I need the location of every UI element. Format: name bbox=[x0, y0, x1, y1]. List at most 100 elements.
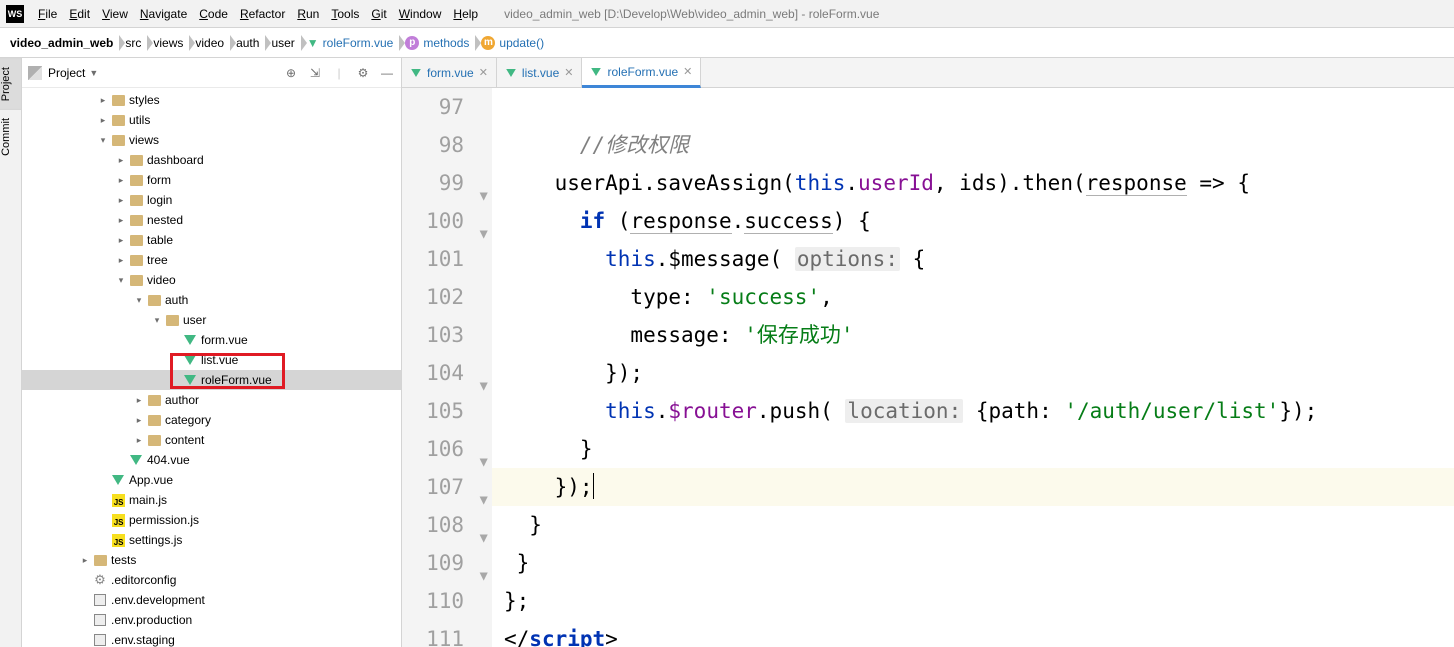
tree-item-user[interactable]: ▾user bbox=[22, 310, 401, 330]
chevron-right-icon[interactable]: ▸ bbox=[132, 395, 146, 406]
chevron-right-icon[interactable]: ▸ bbox=[96, 95, 110, 106]
editor-tab-form-vue[interactable]: form.vue✕ bbox=[402, 58, 497, 87]
tool-tab-project[interactable]: Project bbox=[0, 58, 21, 109]
code-line[interactable]: if (response.success) { bbox=[504, 202, 1454, 240]
chevron-right-icon[interactable]: ▸ bbox=[114, 215, 128, 226]
fold-marker-icon[interactable]: ▾ bbox=[477, 518, 490, 531]
tree-item-utils[interactable]: ▸utils bbox=[22, 110, 401, 130]
tree-item-dashboard[interactable]: ▸dashboard bbox=[22, 150, 401, 170]
menu-window[interactable]: Window bbox=[393, 0, 448, 28]
tree-item-content[interactable]: ▸content bbox=[22, 430, 401, 450]
menu-refactor[interactable]: Refactor bbox=[234, 0, 291, 28]
breadcrumb-update--[interactable]: mupdate() bbox=[477, 32, 552, 54]
tree-item-app-vue[interactable]: ▸App.vue bbox=[22, 470, 401, 490]
editor-tab-list-vue[interactable]: list.vue✕ bbox=[497, 58, 583, 87]
line-number[interactable]: 97 bbox=[402, 88, 464, 126]
code-line[interactable]: userApi.saveAssign(this.userId, ids).the… bbox=[504, 164, 1454, 202]
project-view-selector[interactable]: Project ▼ bbox=[28, 66, 98, 80]
line-number[interactable]: 103 bbox=[402, 316, 464, 354]
breadcrumb-methods[interactable]: pmethods bbox=[401, 32, 477, 54]
chevron-down-icon[interactable]: ▾ bbox=[150, 315, 164, 326]
chevron-right-icon[interactable]: ▸ bbox=[132, 435, 146, 446]
tree-item-settings-js[interactable]: ▸JSsettings.js bbox=[22, 530, 401, 550]
menu-tools[interactable]: Tools bbox=[325, 0, 365, 28]
tree-item-404-vue[interactable]: ▸404.vue bbox=[22, 450, 401, 470]
line-number[interactable]: 110 bbox=[402, 582, 464, 620]
editor-tab-roleform-vue[interactable]: roleForm.vue✕ bbox=[582, 58, 701, 88]
gear-icon[interactable]: ⚙ bbox=[355, 66, 371, 80]
code-line[interactable]: </script> bbox=[504, 620, 1454, 647]
project-tree[interactable]: ▸styles▸utils▾views▸dashboard▸form▸login… bbox=[22, 88, 401, 647]
code-line[interactable]: }; bbox=[504, 582, 1454, 620]
menu-view[interactable]: View bbox=[96, 0, 134, 28]
line-number[interactable]: 100 bbox=[402, 202, 464, 240]
chevron-right-icon[interactable]: ▸ bbox=[114, 195, 128, 206]
tree-item-main-js[interactable]: ▸JSmain.js bbox=[22, 490, 401, 510]
chevron-down-icon[interactable]: ▾ bbox=[132, 295, 146, 306]
tree-item-nested[interactable]: ▸nested bbox=[22, 210, 401, 230]
line-number[interactable]: 104 bbox=[402, 354, 464, 392]
tree-item-permission-js[interactable]: ▸JSpermission.js bbox=[22, 510, 401, 530]
tree-item-list-vue[interactable]: ▸list.vue bbox=[22, 350, 401, 370]
tree-item-views[interactable]: ▾views bbox=[22, 130, 401, 150]
tree-item-form-vue[interactable]: ▸form.vue bbox=[22, 330, 401, 350]
fold-marker-icon[interactable]: ▾ bbox=[477, 366, 490, 379]
tree-item-roleform-vue[interactable]: ▸roleForm.vue bbox=[22, 370, 401, 390]
tool-tab-commit[interactable]: Commit bbox=[0, 109, 21, 164]
line-number[interactable]: 102 bbox=[402, 278, 464, 316]
tree-item-styles[interactable]: ▸styles bbox=[22, 90, 401, 110]
breadcrumb-user[interactable]: user bbox=[267, 32, 302, 54]
code-line[interactable]: } bbox=[504, 506, 1454, 544]
breadcrumb-src[interactable]: src bbox=[121, 32, 149, 54]
line-number[interactable]: 107 bbox=[402, 468, 464, 506]
close-tab-icon[interactable]: ✕ bbox=[564, 66, 573, 79]
fold-marker-icon[interactable]: ▾ bbox=[477, 442, 490, 455]
line-number[interactable]: 106 bbox=[402, 430, 464, 468]
chevron-right-icon[interactable]: ▸ bbox=[96, 115, 110, 126]
code-editor[interactable]: 9798991001011021031041051061071081091101… bbox=[402, 88, 1454, 647]
tree-item-table[interactable]: ▸table bbox=[22, 230, 401, 250]
menu-run[interactable]: Run bbox=[291, 0, 325, 28]
line-number[interactable]: 109 bbox=[402, 544, 464, 582]
tree-item-tree[interactable]: ▸tree bbox=[22, 250, 401, 270]
chevron-down-icon[interactable]: ▾ bbox=[114, 275, 128, 286]
line-number[interactable]: 98 bbox=[402, 126, 464, 164]
line-number[interactable]: 111 bbox=[402, 620, 464, 647]
breadcrumb-roleform-vue[interactable]: ▼roleForm.vue bbox=[303, 32, 402, 54]
hide-tool-window-icon[interactable]: — bbox=[379, 66, 395, 80]
tree-item-author[interactable]: ▸author bbox=[22, 390, 401, 410]
tree-item--env-development[interactable]: ▸.env.development bbox=[22, 590, 401, 610]
menu-help[interactable]: Help bbox=[447, 0, 484, 28]
code-line[interactable]: message: '保存成功' bbox=[504, 316, 1454, 354]
menu-git[interactable]: Git bbox=[365, 0, 392, 28]
breadcrumb-auth[interactable]: auth bbox=[232, 32, 267, 54]
line-number[interactable]: 101 bbox=[402, 240, 464, 278]
menu-navigate[interactable]: Navigate bbox=[134, 0, 193, 28]
expand-all-icon[interactable]: ⇲ bbox=[307, 66, 323, 80]
code-line[interactable]: type: 'success', bbox=[504, 278, 1454, 316]
tree-item-tests[interactable]: ▸tests bbox=[22, 550, 401, 570]
fold-marker-icon[interactable]: ▾ bbox=[477, 214, 490, 227]
breadcrumb-video-admin-web[interactable]: video_admin_web bbox=[6, 32, 121, 54]
menu-file[interactable]: File bbox=[32, 0, 63, 28]
breadcrumb-video[interactable]: video bbox=[191, 32, 232, 54]
chevron-right-icon[interactable]: ▸ bbox=[132, 415, 146, 426]
chevron-right-icon[interactable]: ▸ bbox=[114, 175, 128, 186]
line-number[interactable]: 105 bbox=[402, 392, 464, 430]
breadcrumb-views[interactable]: views bbox=[149, 32, 191, 54]
tree-item--env-production[interactable]: ▸.env.production bbox=[22, 610, 401, 630]
code-line[interactable]: //修改权限 bbox=[504, 126, 1454, 164]
chevron-down-icon[interactable]: ▾ bbox=[96, 135, 110, 146]
editor-gutter[interactable]: 9798991001011021031041051061071081091101… bbox=[402, 88, 492, 647]
fold-marker-icon[interactable]: ▾ bbox=[477, 556, 490, 569]
menu-edit[interactable]: Edit bbox=[63, 0, 96, 28]
code-text[interactable]: //修改权限 userApi.saveAssign(this.userId, i… bbox=[492, 88, 1454, 647]
code-line[interactable]: }); bbox=[504, 468, 1454, 506]
tree-item-category[interactable]: ▸category bbox=[22, 410, 401, 430]
fold-marker-icon[interactable]: ▾ bbox=[477, 176, 490, 189]
fold-marker-icon[interactable]: ▾ bbox=[477, 480, 490, 493]
code-line[interactable]: }); bbox=[504, 354, 1454, 392]
tree-item-form[interactable]: ▸form bbox=[22, 170, 401, 190]
locate-file-icon[interactable]: ⊕ bbox=[283, 66, 299, 80]
tree-item-video[interactable]: ▾video bbox=[22, 270, 401, 290]
